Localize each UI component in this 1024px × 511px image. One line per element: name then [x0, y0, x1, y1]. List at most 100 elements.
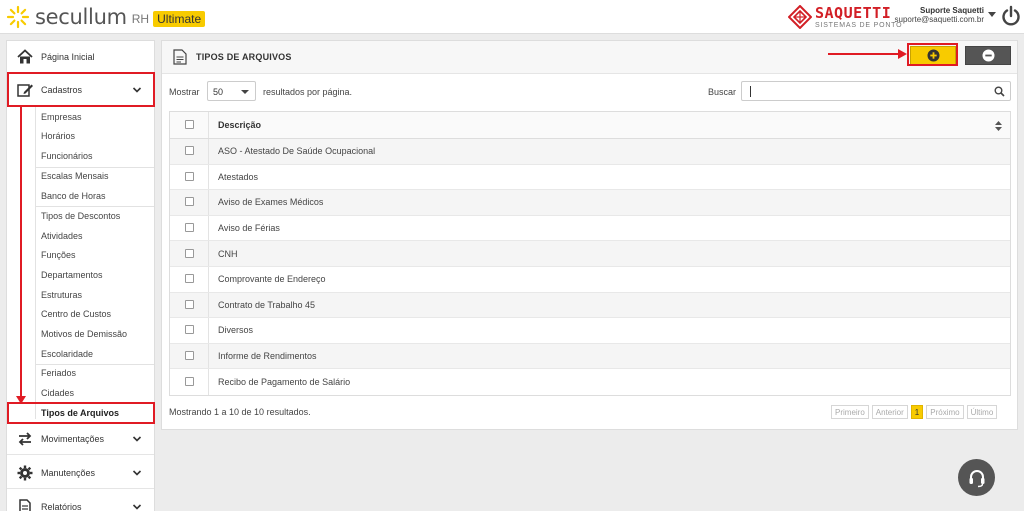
chevron-down-icon	[132, 436, 142, 442]
row-checkbox[interactable]	[185, 197, 194, 207]
row-checkbox[interactable]	[185, 299, 194, 309]
sidebar-subitem-motivos-de-demissao[interactable]: Motivos de Demissão	[41, 324, 127, 344]
data-table: Descrição ASO - Atestado De Saúde Ocupac…	[169, 111, 1011, 396]
sidebar-item-movimentacoes[interactable]: Movimentações	[7, 423, 154, 455]
logo-badge: Ultimate	[153, 10, 206, 27]
minus-circle-icon	[982, 49, 994, 62]
sidebar-subitem-horarios[interactable]: Horários	[41, 126, 75, 146]
table-row[interactable]: Aviso de Férias	[170, 215, 1010, 242]
table-row[interactable]: Comprovante de Endereço	[170, 266, 1010, 293]
sidebar-item-relatorios[interactable]: Relatórios	[7, 491, 154, 511]
sidebar-subitem-centro-de-custos[interactable]: Centro de Custos	[41, 304, 111, 324]
row-checkbox[interactable]	[185, 146, 194, 156]
table-row[interactable]: Atestados	[170, 164, 1010, 191]
search-label: Buscar	[708, 87, 737, 97]
panel-header: TIPOS DE ARQUIVOS	[162, 41, 1017, 74]
search-icon	[994, 86, 1005, 97]
row-checkbox[interactable]	[185, 274, 194, 284]
user-email: suporte@saquetti.com.br	[894, 15, 985, 25]
show-label: Mostrar	[169, 87, 200, 97]
column-divider	[208, 266, 209, 292]
sidebar-subitem-estruturas[interactable]: Estruturas	[41, 285, 82, 305]
sort-icon[interactable]	[995, 121, 1002, 131]
logo[interactable]: secullum RH Ultimate	[6, 4, 206, 30]
remove-button[interactable]	[965, 46, 1011, 65]
sidebar-item-home[interactable]: Página Inicial	[7, 41, 154, 73]
row-checkbox[interactable]	[185, 351, 194, 361]
sidebar-subitem-atividades[interactable]: Atividades	[41, 226, 83, 246]
table-row[interactable]: CNH	[170, 241, 1010, 267]
sidebar-subitem-empresas[interactable]: Empresas	[41, 107, 82, 127]
sidebar-subitem-escalas-mensais[interactable]: Escalas Mensais	[41, 166, 109, 186]
row-description: Aviso de Exames Médicos	[218, 197, 324, 208]
table-row[interactable]: Recibo de Pagamento de Salário	[170, 369, 1010, 395]
submenu-rail	[35, 107, 36, 419]
table-row[interactable]: Informe de Rendimentos	[170, 343, 1010, 370]
table-row[interactable]: Contrato de Trabalho 45	[170, 292, 1010, 319]
row-checkbox[interactable]	[185, 325, 194, 335]
search-input[interactable]	[741, 81, 1011, 101]
sidebar-subitem-tipos-de-descontos[interactable]: Tipos de Descontos	[41, 206, 120, 226]
top-bar: secullum RH Ultimate SAQUETTI SISTEMAS D…	[0, 0, 1024, 34]
sidebar-label-movimentacoes: Movimentações	[41, 434, 105, 444]
user-menu-caret-icon[interactable]	[988, 12, 996, 17]
column-divider	[208, 164, 209, 190]
annotation-arrow-right-icon	[898, 49, 907, 59]
row-checkbox[interactable]	[185, 377, 194, 387]
sidebar-subitem-banco-de-horas[interactable]: Banco de Horas	[41, 186, 106, 206]
table-row[interactable]: Aviso de Exames Médicos	[170, 190, 1010, 216]
row-description: Comprovante de Endereço	[218, 274, 326, 285]
row-checkbox[interactable]	[185, 171, 194, 181]
column-divider	[208, 139, 209, 164]
text-cursor	[750, 86, 751, 97]
select-all-checkbox[interactable]	[185, 120, 194, 129]
table-toolbar: Mostrar 50 resultados por página. Buscar	[162, 81, 1017, 103]
row-checkbox[interactable]	[185, 223, 194, 233]
sidebar-item-manutencoes[interactable]: Manutenções	[7, 457, 154, 489]
column-divider	[208, 190, 209, 215]
power-icon[interactable]	[1001, 5, 1021, 27]
table-header-row: Descrição	[170, 112, 1010, 139]
logo-text: secullum	[35, 5, 127, 29]
sidebar-subitem-funcoes[interactable]: Funções	[41, 245, 76, 265]
highlight-tipos-de-arquivos	[7, 402, 155, 424]
pager-next[interactable]: Próximo	[926, 405, 964, 419]
highlight-add-button	[907, 43, 958, 66]
chevron-down-icon	[132, 469, 142, 476]
row-description: Aviso de Férias	[218, 223, 280, 234]
table-row[interactable]: ASO - Atestado De Saúde Ocupacional	[170, 139, 1010, 165]
report-icon	[19, 498, 31, 511]
row-description: CNH	[218, 248, 238, 259]
sidebar-subitem-funcionarios[interactable]: Funcionários	[41, 146, 93, 166]
column-header-descricao[interactable]: Descrição	[218, 120, 261, 130]
pager-last[interactable]: Último	[966, 405, 998, 419]
column-divider	[208, 292, 209, 318]
sidebar-subitem-escolaridade[interactable]: Escolaridade	[41, 344, 93, 364]
annotation-arrow-line	[20, 107, 22, 399]
document-icon	[173, 49, 187, 65]
sidebar-subitem-feriados[interactable]: Feriados	[41, 363, 76, 383]
row-description: Informe de Rendimentos	[218, 351, 317, 362]
row-checkbox[interactable]	[185, 248, 194, 258]
table-row[interactable]: Diversos	[170, 318, 1010, 344]
row-description: ASO - Atestado De Saúde Ocupacional	[218, 146, 376, 157]
row-description: Contrato de Trabalho 45	[218, 299, 316, 310]
caret-down-icon	[241, 90, 249, 94]
results-summary: Mostrando 1 a 10 de 10 resultados.	[169, 407, 311, 417]
column-divider	[208, 241, 209, 266]
sidebar-subitem-cidades[interactable]: Cidades	[41, 383, 74, 403]
column-divider	[208, 112, 209, 138]
sidebar: Página Inicial Cadastros Empresas Horári…	[6, 40, 155, 511]
user-info[interactable]: Suporte Saquetti suporte@saquetti.com.br	[895, 6, 985, 24]
highlight-cadastros	[7, 72, 155, 107]
logo-sun-icon	[6, 5, 30, 29]
pager-current[interactable]: 1	[910, 405, 924, 419]
per-page-suffix: resultados por página.	[263, 87, 353, 97]
help-button[interactable]	[958, 459, 995, 496]
sidebar-subitem-departamentos[interactable]: Departamentos	[41, 265, 103, 285]
pager-prev[interactable]: Anterior	[871, 405, 908, 419]
per-page-select[interactable]: 50	[207, 81, 256, 101]
column-divider	[208, 318, 209, 343]
pager-first[interactable]: Primeiro	[831, 405, 869, 419]
column-divider	[208, 369, 209, 395]
